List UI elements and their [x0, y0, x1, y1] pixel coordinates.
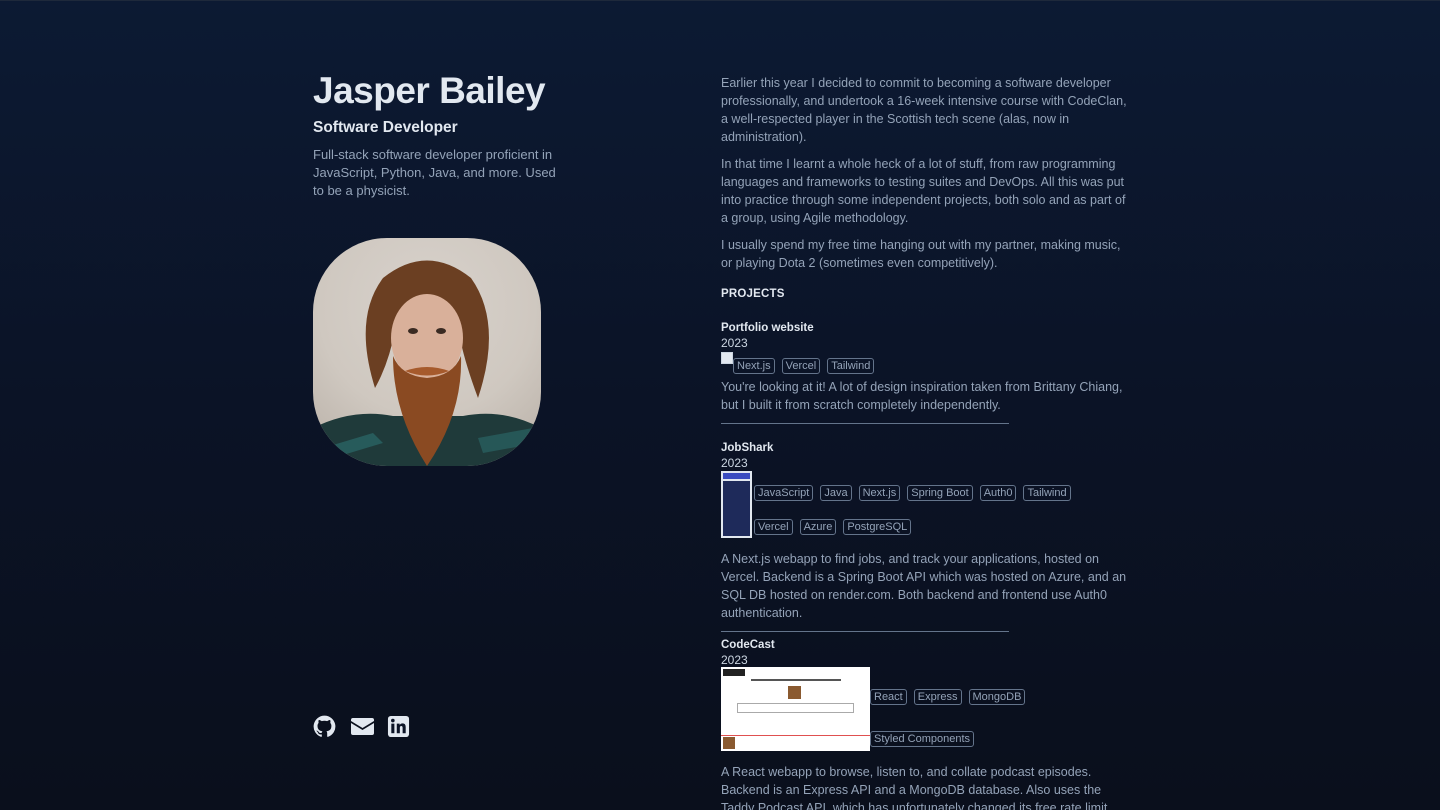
project-card[interactable]: Portfolio website 2023 Next.js Vercel Tail… — [721, 322, 1133, 424]
project-description: A Next.js webapp to find jobs, and track… — [721, 552, 1127, 620]
project-card[interactable]: CodeCast 2023 React Express MongoDB Styled… — [721, 639, 1133, 810]
project-title[interactable]: JobShark — [721, 442, 1133, 454]
broken-image-icon — [721, 352, 733, 364]
tech-tag: Auth0 — [979, 485, 1017, 501]
project-description: A React webapp to browse, listen to, and… — [721, 765, 1108, 810]
tech-tag: Spring Boot — [907, 485, 973, 501]
bio-paragraph: Earlier this year I decided to commit to… — [721, 76, 1127, 144]
tech-tag: Tailwind — [1023, 485, 1071, 501]
project-year: 2023 — [721, 653, 748, 667]
project-thumbnail — [721, 471, 752, 538]
project-title[interactable]: Portfolio website — [721, 322, 1133, 334]
project-year: 2023 — [721, 336, 748, 350]
project-title[interactable]: CodeCast — [721, 639, 1133, 651]
tech-tag: Azure — [799, 519, 837, 535]
content-column: Earlier this year I decided to commit to… — [721, 74, 1133, 810]
tech-tag: MongoDB — [968, 689, 1026, 705]
tech-tag: Next.js — [733, 358, 775, 374]
profile-tagline: Full-stack software developer proficient… — [313, 147, 556, 198]
tech-tag: Vercel — [754, 519, 793, 535]
tech-tag: Vercel — [781, 358, 821, 374]
tech-tag: JavaScript — [754, 485, 814, 501]
profile-column: Jasper Bailey Software Developer Full-st… — [313, 70, 573, 750]
tech-tag: Express — [913, 689, 962, 705]
tech-tag: Next.js — [858, 485, 901, 501]
top-border — [0, 0, 1440, 1]
tech-tag: Java — [820, 485, 852, 501]
avatar — [313, 238, 541, 466]
tech-tag: React — [870, 689, 907, 705]
projects-heading: PROJECTS — [721, 288, 785, 300]
bio-paragraph: I usually spend my free time hanging out… — [721, 238, 1121, 270]
tech-tag: Styled Components — [870, 731, 974, 747]
social-links — [313, 715, 410, 738]
project-description: You're looking at it! A lot of design in… — [721, 380, 1123, 412]
tech-tag: PostgreSQL — [843, 519, 912, 535]
project-thumbnail — [721, 667, 870, 751]
divider — [721, 423, 1009, 424]
project-year: 2023 — [721, 456, 748, 470]
profile-name: Jasper Bailey — [313, 70, 546, 111]
linkedin-icon[interactable] — [387, 715, 410, 738]
bio-paragraph: In that time I learnt a whole heck of a … — [721, 157, 1126, 225]
mail-icon[interactable] — [350, 715, 374, 738]
project-card[interactable]: JobShark 2023 JavaScript Java Next.js Sprin… — [721, 442, 1133, 632]
divider — [721, 631, 1009, 632]
bio: Earlier this year I decided to commit to… — [721, 74, 1133, 272]
tech-tag: Tailwind — [827, 358, 875, 374]
github-icon[interactable] — [313, 715, 336, 738]
profile-role: Software Developer — [313, 119, 458, 136]
